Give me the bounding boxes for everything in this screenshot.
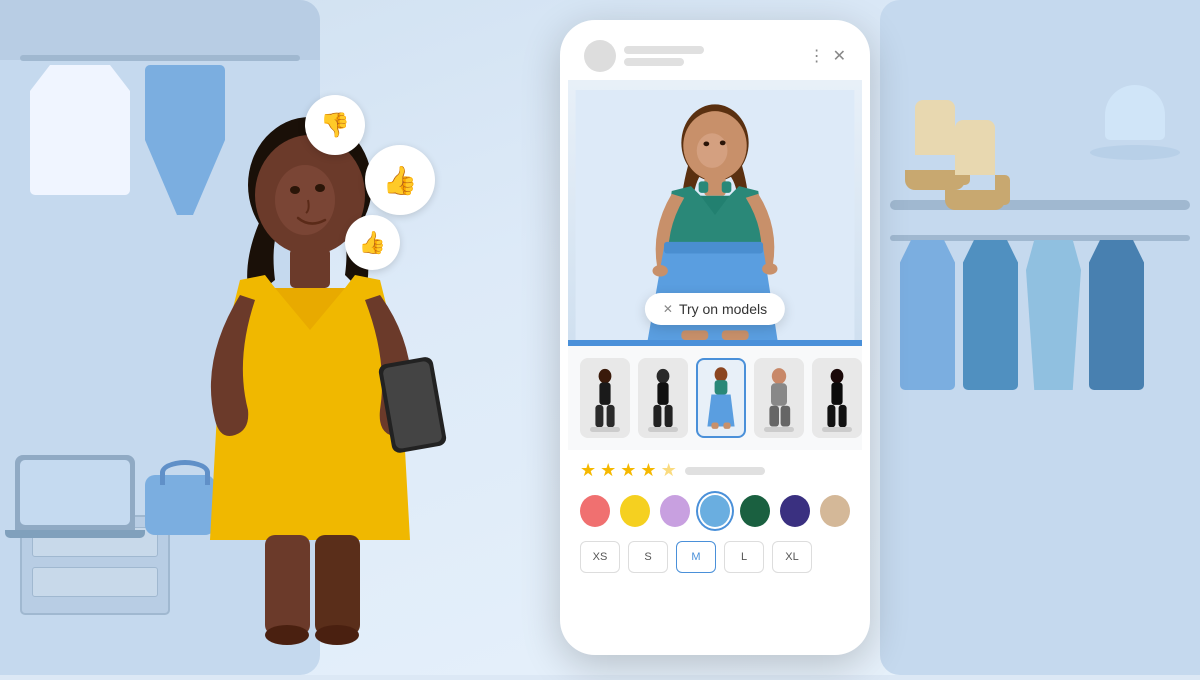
- cloth-4: [1089, 240, 1144, 390]
- color-dark-green[interactable]: [740, 495, 770, 527]
- rating-row: ★ ★ ★ ★ ★: [568, 450, 862, 487]
- star-4: ★: [640, 460, 656, 481]
- bubble-like-1: 👍: [365, 145, 435, 215]
- size-xs[interactable]: XS: [580, 541, 620, 573]
- clothes-rail-left: [20, 55, 300, 61]
- star-3: ★: [620, 460, 636, 481]
- color-blue[interactable]: [700, 495, 730, 527]
- right-clothes: [890, 240, 1154, 390]
- model-selector: [568, 346, 862, 450]
- boot-right: [940, 120, 1010, 210]
- model-display: ✕ Try on models: [568, 80, 862, 340]
- color-beige[interactable]: [820, 495, 850, 527]
- wardrobe-right: [880, 0, 1200, 675]
- white-shirt: [30, 65, 130, 195]
- topbar-avatar: [584, 40, 616, 72]
- star-2: ★: [600, 460, 616, 481]
- model-thumb-1[interactable]: [580, 358, 630, 438]
- cloth-3: [1026, 240, 1081, 390]
- phone-inner: ⋮ ✕: [568, 28, 862, 647]
- star-1: ★: [580, 460, 596, 481]
- phone-topbar: ⋮ ✕: [568, 28, 862, 80]
- color-lavender[interactable]: [660, 495, 690, 527]
- app-phone: ⋮ ✕: [560, 20, 870, 655]
- topbar-text: [624, 46, 801, 66]
- bubble-dislike: 👎: [305, 95, 365, 155]
- laptop: [15, 455, 135, 530]
- close-icon[interactable]: ✕: [833, 46, 846, 66]
- cloth-2: [963, 240, 1018, 390]
- color-selector: [568, 487, 862, 535]
- model-thumb-5[interactable]: [812, 358, 862, 438]
- size-xl[interactable]: XL: [772, 541, 812, 573]
- model-thumb-4[interactable]: [754, 358, 804, 438]
- topbar-line-2: [624, 58, 684, 66]
- cloth-1: [900, 240, 955, 390]
- menu-icon[interactable]: ⋮: [809, 46, 825, 66]
- person-svg: [120, 80, 500, 675]
- shelf-right: [890, 200, 1190, 210]
- size-s[interactable]: S: [628, 541, 668, 573]
- topbar-icons: ⋮ ✕: [809, 46, 846, 66]
- model-thumb-2[interactable]: [638, 358, 688, 438]
- star-half: ★: [661, 460, 677, 481]
- rating-bar: [685, 467, 765, 475]
- color-pink[interactable]: [580, 495, 610, 527]
- hat: [1090, 80, 1180, 160]
- try-on-close-icon: ✕: [663, 302, 673, 316]
- bubble-like-2: 👍: [345, 215, 400, 270]
- try-on-button[interactable]: ✕ Try on models: [645, 293, 785, 325]
- scene: 👎 👍 👍 ⋮ ✕: [0, 0, 1200, 675]
- topbar-line-1: [624, 46, 704, 54]
- color-yellow[interactable]: [620, 495, 650, 527]
- color-navy[interactable]: [780, 495, 810, 527]
- laptop-screen: [20, 460, 130, 525]
- size-l[interactable]: L: [724, 541, 764, 573]
- model-thumb-3[interactable]: [696, 358, 746, 438]
- size-selector: XS S M L XL: [568, 535, 862, 579]
- person-illustration: [120, 80, 500, 675]
- size-m[interactable]: M: [676, 541, 716, 573]
- try-on-label: Try on models: [679, 301, 767, 317]
